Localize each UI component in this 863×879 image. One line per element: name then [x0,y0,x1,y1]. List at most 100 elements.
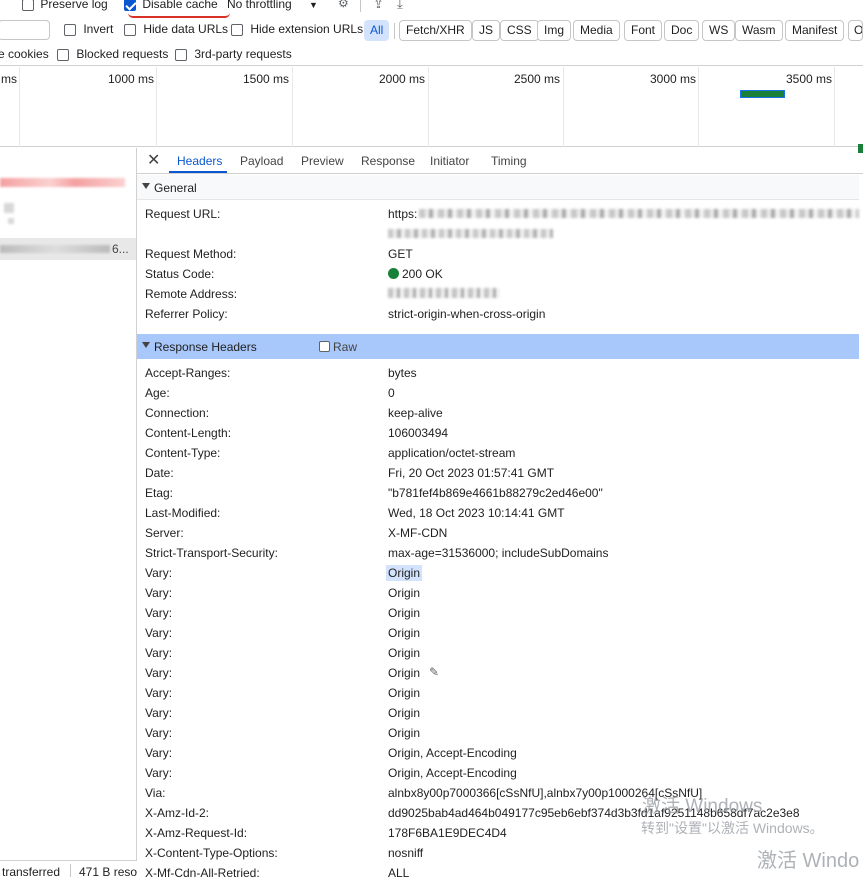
header-value[interactable]: Origin [388,586,420,600]
header-value[interactable]: Origin [388,666,420,680]
filter-row: Invert Hide data URLs Hide extension URL… [0,17,863,43]
hide-extension-urls-checkbox[interactable]: Hide extension URLs [231,22,363,36]
filter-input[interactable] [0,20,50,40]
header-value[interactable]: Fri, 20 Oct 2023 01:57:41 GMT [388,466,554,480]
tab-payload[interactable]: Payload [240,154,283,168]
header-value[interactable]: ALL [388,866,409,879]
preserve-log-box[interactable] [22,0,34,11]
header-name: Vary: [145,726,173,740]
third-party-box[interactable] [175,48,187,61]
header-value[interactable]: Wed, 18 Oct 2023 10:14:41 GMT [388,506,565,520]
filter-chip-font[interactable]: Font [624,20,663,41]
header-value[interactable]: bytes [388,366,417,380]
hide-data-urls-box[interactable] [124,23,136,36]
expand-triangle-icon [142,342,150,348]
disable-cache-box[interactable] [124,0,136,11]
filter-chip-js[interactable]: JS [472,20,501,41]
header-value[interactable]: keep-alive [388,406,443,420]
header-value[interactable]: 0 [388,386,395,400]
header-value[interactable]: Origin [388,726,420,740]
header-value[interactable]: https: [388,207,417,221]
obscured-request-url [388,229,553,238]
import-har-icon[interactable]: ⇪ [373,0,384,12]
general-row-request-url: Request URL: https: [137,204,859,238]
filter-chip-media[interactable]: Media [573,20,620,41]
header-value[interactable]: strict-origin-when-cross-origin [388,307,545,321]
blocked-requests-box[interactable] [57,48,69,61]
general-section-header[interactable]: General [137,175,859,200]
close-icon[interactable]: ✕ [147,150,160,170]
tab-initiator[interactable]: Initiator [430,154,469,168]
filter-chip-other[interactable]: O [848,20,863,41]
header-name: Connection: [145,406,210,420]
third-party-checkbox[interactable]: 3rd-party requests [175,47,292,61]
header-value[interactable]: X-MF-CDN [388,526,447,540]
header-value[interactable]: 106003494 [388,426,448,440]
chevron-down-icon: ▼ [309,0,318,10]
invert-checkbox[interactable]: Invert [64,22,113,36]
header-value[interactable]: Origin [386,565,423,581]
header-value[interactable]: Origin [388,626,420,640]
response-header-row: Vary: Origin ✎ [137,663,859,683]
filter-chip-manifest[interactable]: Manifest [785,20,845,41]
response-header-row: Vary: Origin [137,643,859,663]
expand-triangle-icon [142,183,150,189]
header-value[interactable]: max-age=31536000; includeSubDomains [388,546,608,560]
header-name: X-Mf-Cdn-All-Retried: [145,866,260,879]
header-value[interactable]: Origin [388,706,420,720]
filter-chip-fetch-xhr[interactable]: Fetch/XHR [399,20,472,41]
pencil-icon: ✎ [429,665,440,679]
tab-response[interactable]: Response [361,154,415,168]
tab-timing[interactable]: Timing [491,154,527,168]
header-name: Etag: [145,486,174,500]
header-name: Remote Address: [145,287,238,301]
header-value[interactable]: application/octet-stream [388,446,515,460]
request-list[interactable]: 6... [0,148,137,860]
raw-checkbox[interactable] [319,341,330,352]
toolbar-divider [360,0,361,12]
status-value[interactable]: 200 OK [388,267,443,281]
header-value[interactable]: Origin [388,686,420,700]
response-headers-section-header[interactable]: Response Headers Raw [137,334,859,359]
filter-chip-css[interactable]: CSS [500,20,539,41]
header-value[interactable]: Origin, Accept-Encoding [388,766,517,780]
header-name: Content-Length: [145,426,232,440]
header-value[interactable]: "b781fef4b869e4661b88279c2ed46e00" [388,486,603,500]
invert-box[interactable] [64,23,76,36]
filter-chip-all[interactable]: All [364,20,390,41]
tab-headers[interactable]: Headers [177,154,222,168]
header-name: Referrer Policy: [145,307,228,321]
disable-cache-checkbox[interactable]: Disable cache [124,0,218,11]
disable-cache-label: Disable cache [142,0,218,11]
filter-chip-ws[interactable]: WS [702,20,736,41]
preserve-log-checkbox[interactable]: Preserve log [22,0,108,11]
filter-chip-wasm[interactable]: Wasm [735,20,783,41]
network-conditions-icon[interactable]: ⚙ [338,0,349,10]
header-value[interactable]: Origin [388,646,420,660]
status-ok-icon [388,268,399,279]
hide-data-urls-checkbox[interactable]: Hide data URLs [124,22,228,36]
timeline-request-bar [740,90,785,98]
export-har-icon[interactable]: ⤓ [397,0,403,12]
hide-extension-urls-box[interactable] [231,23,243,36]
throttling-dropdown[interactable]: No throttling ▼ [227,0,318,11]
blocked-requests-checkbox[interactable]: Blocked requests [57,47,168,61]
header-value[interactable]: 178F6BA1E9DEC4D4 [388,826,507,840]
general-row-method: Request Method: GET [137,244,859,264]
header-name: X-Amz-Id-2: [145,806,210,820]
header-value[interactable]: GET [388,247,413,261]
filter-row-secondary: e cookies Blocked requests 3rd-party req… [0,43,863,66]
header-value[interactable]: Origin [388,606,420,620]
header-name: Vary: [145,666,173,680]
header-name: Age: [145,386,170,400]
timeline-overview[interactable]: ms 1000 ms 1500 ms 2000 ms 2500 ms 3000 … [0,67,863,147]
header-value[interactable]: Origin, Accept-Encoding [388,746,517,760]
filter-chip-doc[interactable]: Doc [664,20,700,41]
tab-preview[interactable]: Preview [301,154,344,168]
cookies-label[interactable]: e cookies [0,47,49,61]
header-value[interactable]: nosniff [388,846,423,860]
header-name: Server: [145,526,184,540]
list-item[interactable]: 6... [0,238,136,260]
filter-chip-img[interactable]: Img [537,20,572,41]
scroll-position-marker [858,144,863,153]
